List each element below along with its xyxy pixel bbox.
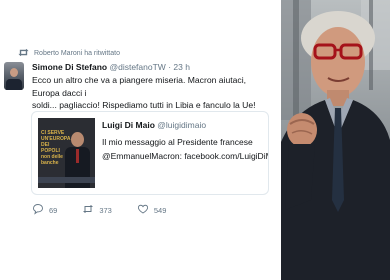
quoted-text-line: Il mio messaggio al Presidente francese xyxy=(102,137,253,147)
quoted-author-name[interactable]: Luigi Di Maio xyxy=(102,120,155,130)
retweet-button[interactable]: 373 xyxy=(82,203,112,217)
reply-count: 69 xyxy=(49,205,58,215)
quoted-tweet[interactable]: CI SERVE UN'EUROPA DEI POPOLI non delle … xyxy=(31,111,269,195)
reply-button[interactable]: 69 xyxy=(32,203,57,217)
tweet-text: Ecco un altro che va a piangere miseria.… xyxy=(32,74,274,112)
avatar[interactable] xyxy=(4,62,24,90)
tweet-time[interactable]: · 23 h xyxy=(168,62,190,72)
heart-icon xyxy=(137,203,149,217)
quoted-author-handle[interactable]: @luigidimaio xyxy=(157,120,206,130)
author-name[interactable]: Simone Di Stefano xyxy=(32,62,107,72)
video-thumbnail[interactable]: CI SERVE UN'EUROPA DEI POPOLI non delle … xyxy=(38,118,95,188)
retweet-icon xyxy=(18,48,29,59)
retweet-indicator-text: Roberto Maroni ha ritwittato xyxy=(34,49,120,57)
quoted-text-line[interactable]: @EmmanuelMacron: facebook.com/LuigiDiMai… xyxy=(102,151,268,161)
retweet-icon xyxy=(82,203,94,217)
quoted-header: Luigi Di Maio @luigidimaio xyxy=(102,120,206,130)
like-button[interactable]: 549 xyxy=(137,203,167,217)
tweet-actions: 69 373 549 xyxy=(32,203,166,217)
like-count: 549 xyxy=(153,205,167,215)
tweet-text-line: soldi... pagliaccio! Rispediamo tutti in… xyxy=(32,100,256,110)
retweet-count: 373 xyxy=(99,205,112,215)
tweet-header: Simone Di Stefano @distefanoTW · 23 h xyxy=(32,62,190,72)
tweet-text-line: Ecco un altro che va a piangere miseria.… xyxy=(32,75,246,98)
tweet-card[interactable]: Roberto Maroni ha ritwittato Simone Di S… xyxy=(0,0,281,280)
author-handle[interactable]: @distefanoTW xyxy=(109,62,165,72)
retweet-indicator: Roberto Maroni ha ritwittato xyxy=(18,47,120,59)
politician-photo xyxy=(281,0,390,280)
reply-icon xyxy=(32,203,44,217)
